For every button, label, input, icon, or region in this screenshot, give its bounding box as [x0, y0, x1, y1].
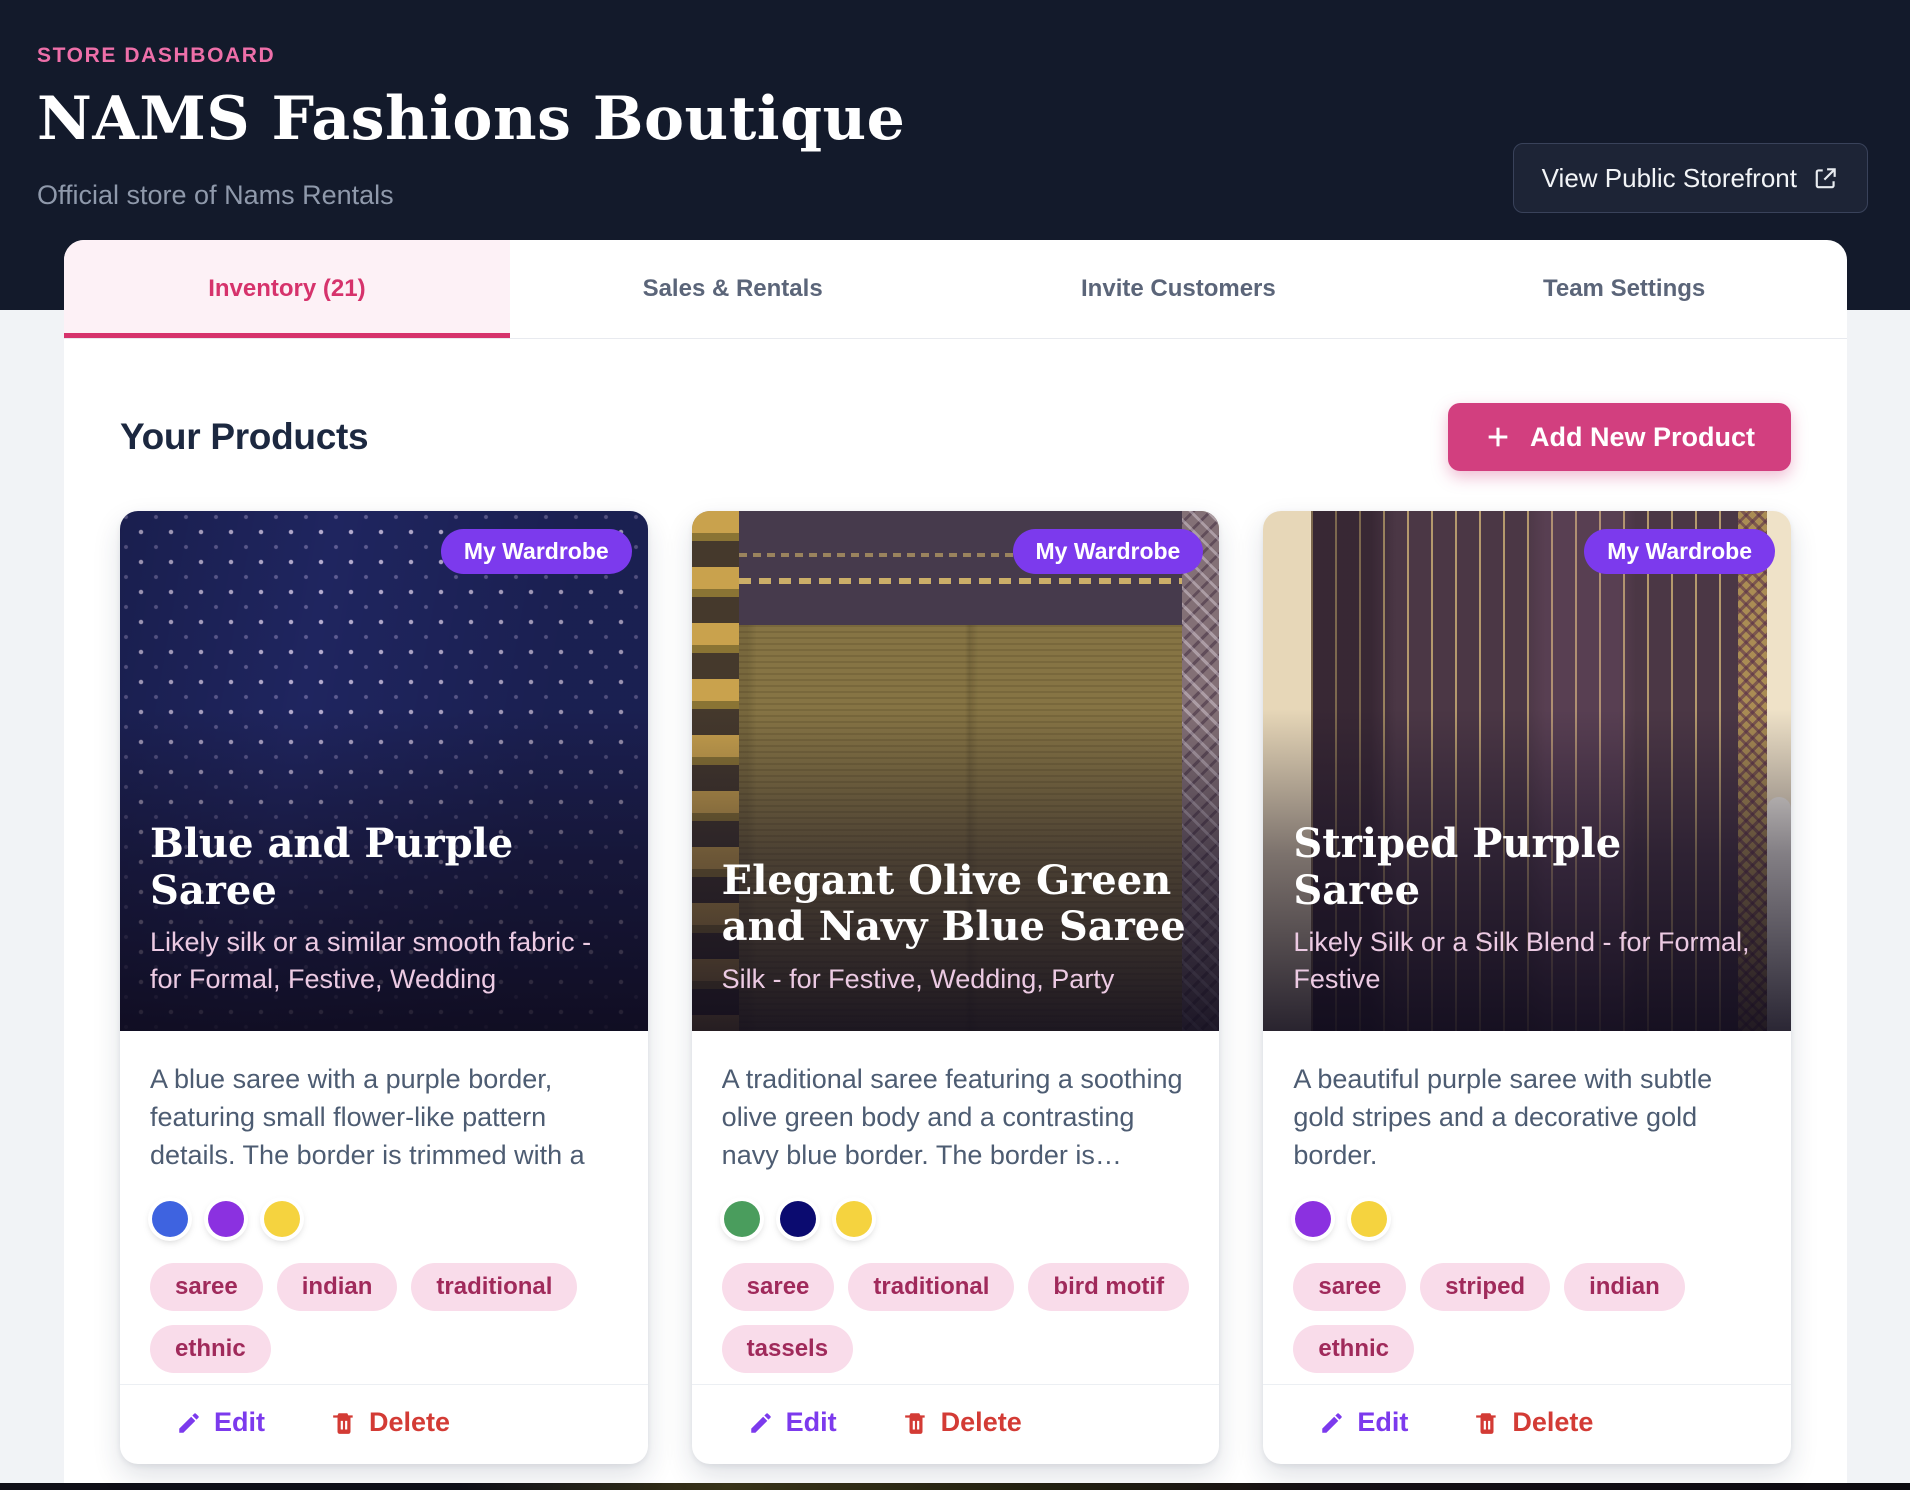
edit-label: Edit	[214, 1407, 265, 1438]
add-new-product-button[interactable]: Add New Product	[1448, 403, 1791, 471]
image-caption: Striped Purple Saree Likely Silk or a Si…	[1263, 821, 1791, 1031]
color-swatch	[1351, 1201, 1387, 1237]
wardrobe-badge: My Wardrobe	[441, 529, 632, 574]
product-card: My Wardrobe Blue and Purple Saree Likely…	[120, 511, 648, 1464]
delete-label: Delete	[369, 1407, 450, 1438]
product-description: A traditional saree featuring a soothing…	[722, 1061, 1190, 1177]
main-panel: Inventory (21) Sales & Rentals Invite Cu…	[64, 240, 1847, 1483]
tag-pill: indian	[1564, 1263, 1685, 1311]
trash-icon	[903, 1410, 929, 1436]
eyebrow-label: STORE DASHBOARD	[37, 44, 1868, 68]
tag-pill: bird motif	[1028, 1263, 1189, 1311]
image-caption: Blue and Purple Saree Likely silk or a s…	[120, 821, 648, 1031]
section-header-row: Your Products Add New Product	[120, 403, 1791, 471]
color-swatch	[724, 1201, 760, 1237]
product-subtitle: Silk - for Festive, Wedding, Party	[722, 961, 1190, 997]
view-public-storefront-button[interactable]: View Public Storefront	[1513, 143, 1868, 213]
tag-pill: indian	[277, 1263, 398, 1311]
tag-list: saree traditional bird motif tassels	[722, 1263, 1190, 1373]
edit-label: Edit	[1357, 1407, 1408, 1438]
product-card: My Wardrobe Striped Purple Saree Likely …	[1263, 511, 1791, 1464]
wardrobe-badge: My Wardrobe	[1013, 529, 1204, 574]
section-heading: Your Products	[120, 416, 368, 458]
tag-pill: saree	[1293, 1263, 1406, 1311]
card-body: A traditional saree featuring a soothing…	[692, 1031, 1220, 1384]
product-title: Elegant Olive Green and Navy Blue Saree	[722, 858, 1190, 951]
color-swatch	[152, 1201, 188, 1237]
tab-sales-rentals[interactable]: Sales & Rentals	[510, 240, 956, 338]
edit-button[interactable]: Edit	[1319, 1407, 1408, 1438]
tag-pill: striped	[1420, 1263, 1550, 1311]
edit-label: Edit	[786, 1407, 837, 1438]
product-description: A beautiful purple saree with subtle gol…	[1293, 1061, 1761, 1177]
image-caption: Elegant Olive Green and Navy Blue Saree …	[692, 858, 1220, 1031]
product-grid: My Wardrobe Blue and Purple Saree Likely…	[120, 511, 1791, 1464]
tag-pill: ethnic	[150, 1325, 271, 1373]
plus-icon	[1484, 423, 1512, 451]
color-swatch	[208, 1201, 244, 1237]
color-swatch-row	[724, 1201, 1188, 1237]
delete-button[interactable]: Delete	[331, 1407, 450, 1438]
pencil-icon	[176, 1410, 202, 1436]
product-subtitle: Likely Silk or a Silk Blend - for Formal…	[1293, 924, 1761, 997]
color-swatch-row	[152, 1201, 616, 1237]
trash-icon	[1474, 1410, 1500, 1436]
inventory-content: Your Products Add New Product My Wardrob…	[64, 339, 1847, 1464]
product-subtitle: Likely silk or a similar smooth fabric -…	[150, 924, 618, 997]
trash-icon	[331, 1410, 357, 1436]
tab-invite-customers[interactable]: Invite Customers	[956, 240, 1402, 338]
external-link-icon	[1813, 165, 1839, 191]
product-title: Blue and Purple Saree	[150, 821, 618, 914]
pencil-icon	[1319, 1410, 1345, 1436]
tag-pill: saree	[150, 1263, 263, 1311]
color-swatch	[780, 1201, 816, 1237]
delete-label: Delete	[1512, 1407, 1593, 1438]
edit-button[interactable]: Edit	[176, 1407, 265, 1438]
product-image: My Wardrobe Elegant Olive Green and Navy…	[692, 511, 1220, 1031]
next-row-peek	[0, 1483, 1910, 1490]
product-image: My Wardrobe Striped Purple Saree Likely …	[1263, 511, 1791, 1031]
edit-button[interactable]: Edit	[748, 1407, 837, 1438]
product-description: A blue saree with a purple border, featu…	[150, 1061, 618, 1177]
add-button-label: Add New Product	[1530, 422, 1755, 453]
delete-button[interactable]: Delete	[1474, 1407, 1593, 1438]
tab-team-settings[interactable]: Team Settings	[1401, 240, 1847, 338]
tab-bar: Inventory (21) Sales & Rentals Invite Cu…	[64, 240, 1847, 339]
pencil-icon	[748, 1410, 774, 1436]
tag-pill: ethnic	[1293, 1325, 1414, 1373]
color-swatch	[264, 1201, 300, 1237]
product-card: My Wardrobe Elegant Olive Green and Navy…	[692, 511, 1220, 1464]
tag-pill: traditional	[848, 1263, 1014, 1311]
tag-pill: traditional	[411, 1263, 577, 1311]
tag-pill: saree	[722, 1263, 835, 1311]
tag-list: saree striped indian ethnic	[1293, 1263, 1761, 1373]
color-swatch	[1295, 1201, 1331, 1237]
color-swatch	[836, 1201, 872, 1237]
wardrobe-badge: My Wardrobe	[1584, 529, 1775, 574]
delete-button[interactable]: Delete	[903, 1407, 1022, 1438]
card-footer: Edit Delete	[120, 1384, 648, 1464]
color-swatch-row	[1295, 1201, 1759, 1237]
card-footer: Edit Delete	[1263, 1384, 1791, 1464]
product-title: Striped Purple Saree	[1293, 821, 1761, 914]
store-dashboard-page: STORE DASHBOARD NAMS Fashions Boutique O…	[0, 0, 1910, 1490]
tab-inventory[interactable]: Inventory (21)	[64, 240, 510, 338]
card-body: A blue saree with a purple border, featu…	[120, 1031, 648, 1384]
card-body: A beautiful purple saree with subtle gol…	[1263, 1031, 1791, 1384]
product-image: My Wardrobe Blue and Purple Saree Likely…	[120, 511, 648, 1031]
tag-pill: tassels	[722, 1325, 853, 1373]
delete-label: Delete	[941, 1407, 1022, 1438]
tag-list: saree indian traditional ethnic	[150, 1263, 618, 1373]
card-footer: Edit Delete	[692, 1384, 1220, 1464]
storefront-button-label: View Public Storefront	[1542, 163, 1797, 194]
